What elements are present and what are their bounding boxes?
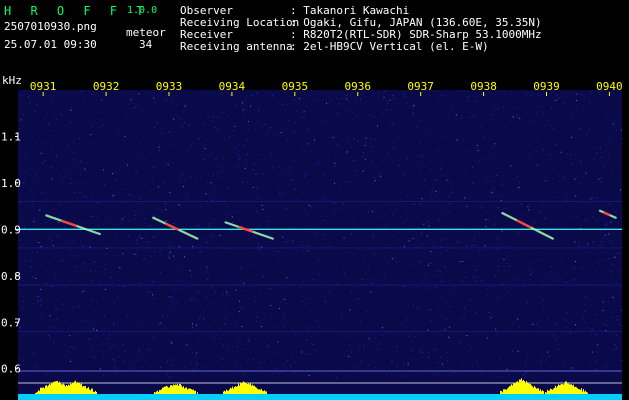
- x-tick-label-9: 0940: [596, 80, 623, 93]
- x-tick-label-0: 0931: [30, 80, 57, 93]
- meteor-trace-core-4: [603, 211, 610, 216]
- x-tick-label-2: 0933: [156, 80, 183, 93]
- spectrogram-chart: kHz1.11.00.90.80.70.60931 0932 0933 0934 093…: [1, 74, 623, 400]
- info-value-antenna: : 2el-HB9CV Vertical (el. E-W): [290, 40, 489, 53]
- x-tick-label-3: 0934: [219, 80, 246, 93]
- x-tick-label-1: 0932: [93, 80, 120, 93]
- x-tick-label-5: 0936: [345, 80, 372, 93]
- datetime: 25.07.01 09:30: [4, 38, 97, 51]
- x-tick-label-4: 0935: [282, 80, 309, 93]
- filename: 2507010930.png: [4, 20, 97, 33]
- app-version: 1.0.0: [127, 5, 158, 16]
- x-tick-label-8: 0939: [533, 80, 560, 93]
- info-key-antenna: Receiving antenna: [180, 40, 293, 53]
- y-axis-label: kHz: [2, 74, 22, 87]
- activity-baseline: [18, 394, 622, 400]
- x-tick-label-6: 0937: [407, 80, 434, 93]
- count-value: 34: [139, 38, 153, 51]
- x-tick-label-7: 0938: [470, 80, 497, 93]
- plot-area: [18, 90, 622, 400]
